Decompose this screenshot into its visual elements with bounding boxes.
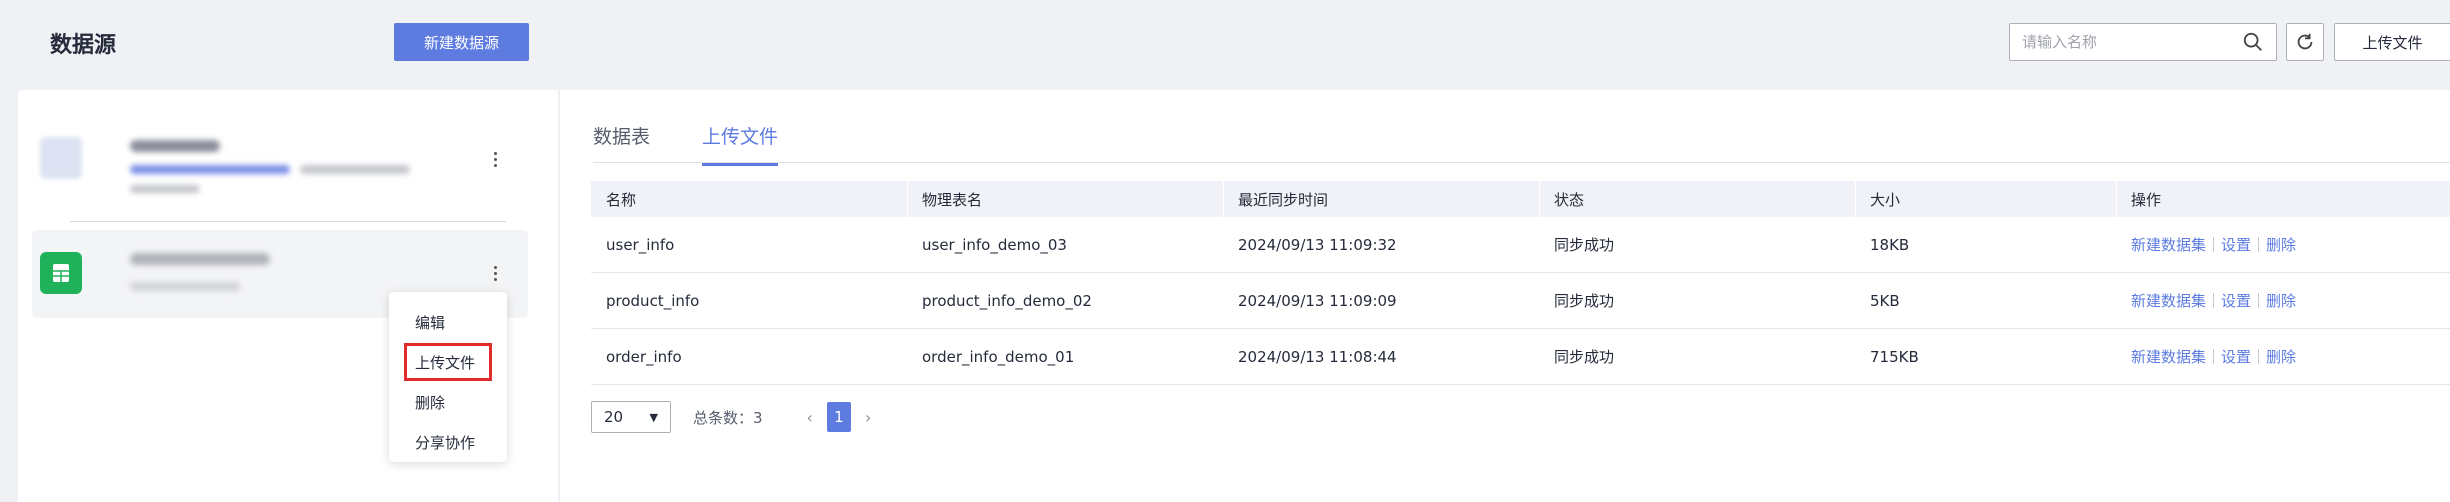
pagination: 20 ▼ 总条数：3 ‹ 1 › (591, 401, 885, 433)
cell-status: 同步成功 (1554, 348, 1615, 366)
cell-physical-name: user_info_demo_03 (922, 235, 1067, 254)
menu-item-share[interactable]: 分享协作 (389, 422, 507, 462)
delete-link[interactable]: 删除 (2266, 234, 2296, 255)
table-row: product_info product_info_demo_02 2024/0… (591, 273, 2450, 329)
menu-item-delete[interactable]: 删除 (389, 382, 507, 422)
excel-file-icon (40, 252, 82, 294)
refresh-button[interactable] (2286, 23, 2324, 61)
column-header: 大小 (1855, 181, 2116, 217)
datasource-meta (130, 282, 240, 291)
separator (2258, 293, 2260, 308)
new-datasource-button[interactable]: 新建数据源 (394, 23, 529, 61)
cell-status: 同步成功 (1554, 236, 1615, 254)
settings-link[interactable]: 设置 (2221, 346, 2251, 367)
column-header: 名称 (606, 190, 637, 209)
table-row: user_info user_info_demo_03 2024/09/13 1… (591, 217, 2450, 273)
tabs-divider (593, 162, 2450, 163)
cell-sync-time: 2024/09/13 11:09:09 (1238, 291, 1397, 310)
new-dataset-link[interactable]: 新建数据集 (2131, 234, 2206, 255)
upload-file-button[interactable]: 上传文件 (2334, 23, 2450, 61)
page-number-current[interactable]: 1 (826, 402, 851, 432)
column-header: 操作 (2116, 181, 2450, 217)
database-icon (40, 137, 82, 179)
divider (70, 221, 506, 222)
cell-name: user_info (606, 235, 675, 254)
separator (2258, 349, 2260, 364)
files-table: 名称 物理表名 最近同步时间 状态 大小 操作 user_info user_i… (591, 181, 2450, 385)
menu-item-edit[interactable]: 编辑 (389, 302, 507, 342)
cell-actions: 新建数据集 设置 删除 (2116, 329, 2450, 384)
more-icon[interactable] (485, 258, 505, 288)
table-row: order_info order_info_demo_01 2024/09/13… (591, 329, 2450, 385)
sheet-icon (53, 264, 69, 282)
cell-status: 同步成功 (1554, 292, 1615, 310)
datasource-meta (130, 165, 290, 174)
more-icon[interactable] (485, 144, 505, 174)
delete-link[interactable]: 删除 (2266, 290, 2296, 311)
page-title: 数据源 (50, 33, 117, 58)
settings-link[interactable]: 设置 (2221, 290, 2251, 311)
table-header: 名称 物理表名 最近同步时间 状态 大小 操作 (591, 181, 2450, 217)
datasource-item[interactable] (32, 114, 528, 202)
refresh-icon (2297, 33, 2313, 50)
search-icon[interactable] (2242, 31, 2264, 53)
datasource-name (130, 140, 220, 152)
tab-uploaded-files[interactable]: 上传文件 (702, 122, 779, 166)
datasource-meta (300, 165, 410, 174)
delete-link[interactable]: 删除 (2266, 346, 2296, 367)
cell-size: 5KB (1870, 291, 1900, 310)
column-header: 物理表名 (907, 181, 1223, 217)
context-menu: 编辑 上传文件 删除 分享协作 (389, 292, 507, 462)
cell-name: order_info (606, 347, 682, 366)
total-count: 总条数：3 (693, 408, 763, 427)
cell-actions: 新建数据集 设置 删除 (2116, 217, 2450, 272)
column-header: 状态 (1539, 181, 1855, 217)
cell-size: 18KB (1870, 235, 1910, 254)
cell-physical-name: order_info_demo_01 (922, 347, 1075, 366)
next-page-icon[interactable]: › (865, 408, 871, 427)
separator (2213, 349, 2215, 364)
new-dataset-link[interactable]: 新建数据集 (2131, 346, 2206, 367)
search-input[interactable] (2022, 33, 2242, 51)
datasource-name (130, 253, 270, 265)
page-size-select[interactable]: 20 ▼ (591, 401, 671, 433)
tabs: 数据表 上传文件 (593, 122, 830, 166)
settings-link[interactable]: 设置 (2221, 234, 2251, 255)
cell-size: 715KB (1870, 347, 1919, 366)
menu-item-upload-file[interactable]: 上传文件 (403, 342, 493, 382)
separator (2213, 237, 2215, 252)
cell-sync-time: 2024/09/13 11:09:32 (1238, 235, 1397, 254)
tab-data-tables[interactable]: 数据表 (593, 122, 650, 166)
search-box[interactable] (2009, 23, 2277, 61)
caret-down-icon: ▼ (649, 410, 658, 424)
cell-name: product_info (606, 291, 700, 310)
datasource-meta (130, 185, 200, 193)
separator (2213, 293, 2215, 308)
cell-physical-name: product_info_demo_02 (922, 291, 1092, 310)
column-header: 最近同步时间 (1223, 181, 1539, 217)
cell-sync-time: 2024/09/13 11:08:44 (1238, 347, 1397, 366)
prev-page-icon[interactable]: ‹ (807, 408, 813, 427)
page-size-value: 20 (604, 408, 624, 426)
cell-actions: 新建数据集 设置 删除 (2116, 273, 2450, 328)
separator (2258, 237, 2260, 252)
new-dataset-link[interactable]: 新建数据集 (2131, 290, 2206, 311)
